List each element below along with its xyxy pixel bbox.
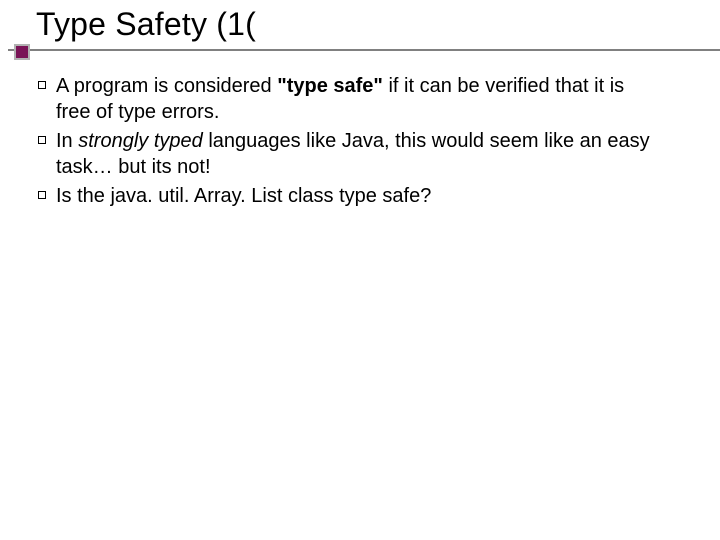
bullet-icon [38, 81, 46, 89]
corner-square-icon [14, 44, 30, 60]
text-emph: strongly typed [78, 130, 203, 152]
title-area: Type Safety (1( [0, 6, 720, 51]
slide-title: Type Safety (1( [0, 6, 720, 49]
bullet-icon [38, 136, 46, 144]
slide: Type Safety (1( A program is considered … [0, 0, 720, 540]
body-text: A program is considered "type safe" if i… [44, 74, 660, 214]
text-pre: Is the java. util. Array. List class typ… [56, 185, 431, 207]
text-emph: "type safe" [277, 75, 383, 97]
bullet-icon [38, 191, 46, 199]
list-item: In strongly typed languages like Java, t… [44, 129, 660, 180]
list-item: Is the java. util. Array. List class typ… [44, 184, 660, 210]
title-underline [8, 49, 720, 51]
list-item: A program is considered "type safe" if i… [44, 74, 660, 125]
text-pre: In [56, 130, 78, 152]
text-pre: A program is considered [56, 75, 277, 97]
